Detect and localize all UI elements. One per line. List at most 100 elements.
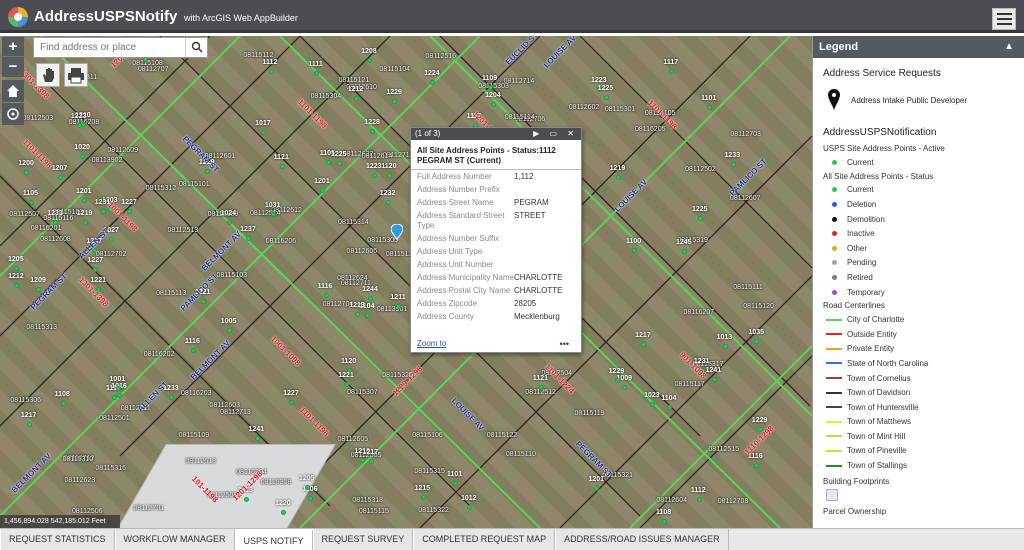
house-number-label: 1213 <box>349 301 365 309</box>
address-point-marker[interactable] <box>538 384 544 390</box>
house-number-label: 1223 <box>590 77 607 84</box>
address-point-marker[interactable] <box>696 496 702 502</box>
home-button[interactable] <box>2 80 24 102</box>
address-point-marker[interactable] <box>100 208 106 214</box>
address-point-marker[interactable] <box>270 212 276 218</box>
line-symbol-icon <box>823 464 845 467</box>
address-point-marker[interactable] <box>353 96 359 102</box>
address-point-marker[interactable] <box>452 480 458 486</box>
address-point-marker[interactable] <box>14 265 20 271</box>
address-point-marker[interactable] <box>115 385 121 391</box>
legend-status-list: Current Deletion Demolition Inactive Other Pe… <box>823 183 1014 300</box>
home-icon <box>7 85 19 97</box>
parcel-label: 08116201 <box>30 224 62 232</box>
address-point-marker[interactable] <box>117 392 123 398</box>
address-point-marker[interactable] <box>76 122 82 128</box>
parcel-label: 08112503 <box>22 114 54 122</box>
address-point-marker[interactable] <box>420 494 426 500</box>
selected-location-icon[interactable] <box>390 223 404 241</box>
address-point-marker[interactable] <box>254 435 260 441</box>
address-point-marker[interactable] <box>387 172 393 178</box>
address-point-marker[interactable] <box>304 484 310 490</box>
zoom-to-link[interactable]: Zoom to <box>417 339 446 348</box>
house-number-label: 1212 <box>8 272 24 280</box>
address-point-marker[interactable] <box>14 282 20 288</box>
address-point-marker[interactable] <box>603 94 609 100</box>
address-point-marker[interactable] <box>367 57 373 63</box>
address-point-marker[interactable] <box>81 197 87 203</box>
address-point-marker[interactable] <box>226 328 232 334</box>
print-button[interactable] <box>64 63 88 87</box>
address-point-marker[interactable] <box>325 159 331 165</box>
address-point-marker[interactable] <box>730 162 736 168</box>
address-point-marker[interactable] <box>711 377 717 383</box>
address-point-marker[interactable] <box>650 401 656 407</box>
address-point-marker[interactable] <box>169 394 175 400</box>
zoom-controls: + − <box>2 37 24 77</box>
address-point-marker[interactable] <box>681 248 687 254</box>
address-point-marker[interactable] <box>279 163 285 169</box>
address-point-marker[interactable] <box>246 235 252 241</box>
point-symbol-icon <box>823 201 845 207</box>
point-symbol-icon <box>823 245 845 251</box>
map-pin-icon <box>823 89 845 111</box>
address-point-marker[interactable] <box>722 343 728 349</box>
parcel-label: 08112703 <box>730 130 761 138</box>
address-point-marker[interactable] <box>82 219 88 225</box>
address-point-marker[interactable] <box>707 104 713 110</box>
popup-window-buttons[interactable]: ▶ ▭ ✕ <box>533 128 578 140</box>
tab-request-survey[interactable]: REQUEST SURVEY <box>312 529 414 550</box>
zoom-in-button[interactable]: + <box>2 37 24 57</box>
legend-active-list: Current <box>823 155 1014 170</box>
collapse-icon[interactable]: ▲ <box>1004 36 1014 58</box>
address-point-marker[interactable] <box>753 462 759 468</box>
address-point-marker[interactable] <box>641 341 647 347</box>
address-point-marker[interactable] <box>615 174 621 180</box>
header-menu-button[interactable] <box>992 8 1016 30</box>
legend-item: Town of Pineville <box>823 444 1014 459</box>
my-location-button[interactable] <box>2 103 24 125</box>
address-point-marker[interactable] <box>336 160 342 166</box>
tab-request-statistics[interactable]: REQUEST STATISTICS <box>0 529 115 550</box>
parcel-label: 08112708 <box>717 497 749 505</box>
address-point-marker[interactable] <box>60 400 66 406</box>
popup-more-button[interactable]: ••• <box>560 339 569 349</box>
tab-completed-request-map[interactable]: COMPLETED REQUEST MAP <box>413 529 556 550</box>
header-bar: AddressUSPSNotify with ArcGIS Web AppBui… <box>0 0 1024 33</box>
search-input[interactable] <box>34 38 184 57</box>
address-point-marker[interactable] <box>614 378 620 384</box>
house-number-label: 1233 <box>724 152 741 160</box>
address-point-marker[interactable] <box>355 311 361 317</box>
zoom-out-button[interactable]: − <box>2 57 24 77</box>
tab-workflow-manager[interactable]: WORKFLOW MANAGER <box>114 529 235 550</box>
address-point-marker[interactable] <box>28 200 34 206</box>
house-number-label: 1117 <box>663 59 679 67</box>
popup-field-label: Address Street Name <box>417 198 494 207</box>
address-point-marker[interactable] <box>662 518 668 524</box>
address-point-marker[interactable] <box>371 172 377 178</box>
address-point-marker[interactable] <box>368 458 374 464</box>
legend-item: Deletion <box>823 197 1014 212</box>
parcel-label: 08115315 <box>414 467 445 475</box>
tab-usps-notify[interactable]: USPS NOTIFY <box>234 529 313 550</box>
search-button[interactable] <box>185 38 207 57</box>
select-tool-button[interactable] <box>36 63 60 87</box>
house-number-label: 1100 <box>626 237 642 245</box>
tab-address-road-issues-manager[interactable]: ADDRESS/ROAD ISSUES MANAGER <box>555 529 729 550</box>
address-point-marker[interactable] <box>632 247 638 253</box>
popup-field-row: Address Unit Number <box>417 260 575 270</box>
point-symbol-icon <box>823 260 845 266</box>
address-point-marker[interactable] <box>53 219 59 225</box>
house-number-label: 1101 <box>446 470 463 478</box>
search-icon <box>191 41 203 53</box>
address-point-marker[interactable] <box>200 298 206 304</box>
address-point-marker[interactable] <box>466 504 472 510</box>
address-point-marker[interactable] <box>26 421 32 427</box>
address-point-marker[interactable] <box>191 348 197 353</box>
address-point-marker[interactable] <box>385 199 391 205</box>
menu-icon-bar <box>997 18 1012 20</box>
address-point-marker[interactable] <box>268 68 274 74</box>
address-point-marker[interactable] <box>323 293 329 299</box>
line-symbol-icon <box>823 420 845 423</box>
address-point-marker[interactable] <box>226 219 232 225</box>
